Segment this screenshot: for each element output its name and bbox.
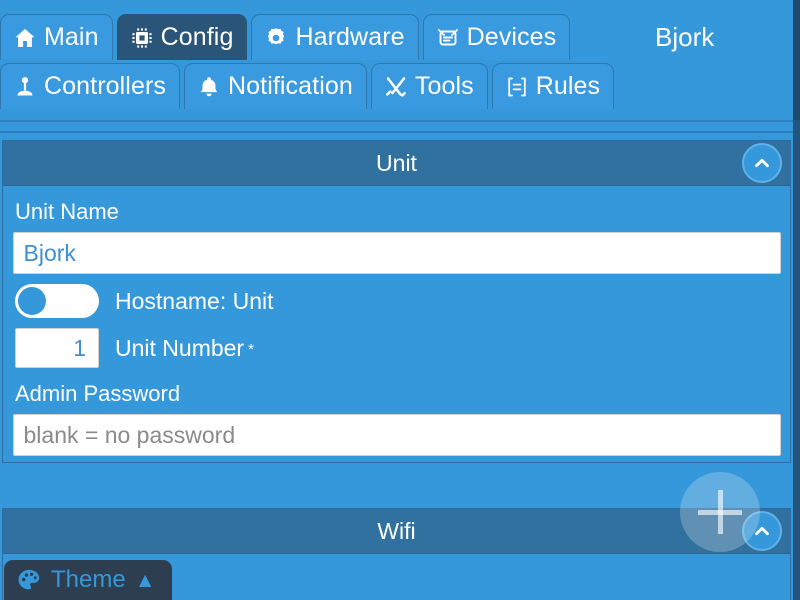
plus-icon-vertical (717, 490, 723, 534)
app-root: Main Config Hardware Devices Controllers… (0, 0, 800, 600)
gear-icon (264, 26, 288, 50)
unit-panel: Unit Unit Name Hostname: Unit Unit Numbe… (2, 140, 791, 463)
unit-panel-title: Unit (376, 149, 417, 176)
unit-name-label: Unit Name (15, 199, 119, 224)
admin-password-input[interactable] (12, 414, 781, 456)
tab-devices[interactable]: Devices (422, 14, 571, 60)
tab-row-secondary: Controllers Notification Tools Rules (0, 63, 618, 109)
required-marker: * (248, 340, 254, 358)
hostname-toggle-row: Hostname: Unit (3, 274, 790, 318)
bell-icon (197, 75, 221, 99)
tab-separator (0, 120, 793, 133)
home-icon (13, 26, 37, 50)
tab-label: Tools (414, 72, 474, 100)
hostname-toggle[interactable] (15, 284, 99, 318)
tab-row-primary: Main Config Hardware Devices (0, 14, 574, 60)
unit-number-label: Unit Number * (115, 335, 254, 362)
palette-icon (16, 567, 42, 593)
tab-notification[interactable]: Notification (183, 63, 367, 109)
chip-icon (130, 26, 154, 50)
tab-label: Notification (227, 72, 353, 100)
page-right-edge-top (793, 0, 800, 120)
theme-button-label: Theme (51, 566, 126, 593)
tab-rules[interactable]: Rules (491, 63, 615, 109)
tools-icon (384, 75, 408, 99)
unit-panel-header[interactable]: Unit (3, 141, 790, 186)
tab-bar: Main Config Hardware Devices Controllers… (0, 0, 793, 122)
hostname-toggle-label: Hostname: Unit (115, 287, 274, 314)
page-title: Bjork (655, 22, 715, 52)
unit-panel-body: Unit Name Hostname: Unit Unit Number* Ad… (3, 186, 790, 462)
tab-label: Devices (466, 23, 557, 51)
unit-name-input[interactable] (12, 232, 781, 274)
tab-label: Rules (535, 72, 601, 100)
tab-label: Controllers (44, 72, 166, 100)
triangle-up-icon: ▲ (134, 568, 156, 592)
tab-tools[interactable]: Tools (370, 63, 488, 109)
tab-controllers[interactable]: Controllers (0, 63, 180, 109)
theme-button[interactable]: Theme ▲ (4, 560, 172, 600)
tab-label: Config (160, 23, 234, 51)
tab-label: Main (44, 23, 99, 51)
tab-main[interactable]: Main (0, 14, 113, 60)
devices-icon (436, 26, 460, 50)
unit-number-input[interactable] (15, 328, 99, 368)
wifi-panel-header[interactable]: Wifi (3, 509, 790, 554)
toggle-knob (18, 287, 46, 315)
joystick-icon (13, 75, 37, 99)
tab-hardware[interactable]: Hardware (251, 14, 419, 60)
admin-password-label: Admin Password (15, 381, 181, 406)
unit-number-row: Unit Number* (3, 318, 790, 368)
rules-icon (505, 75, 529, 99)
wifi-panel-title: Wifi (377, 517, 416, 544)
tab-config[interactable]: Config (116, 14, 248, 60)
unit-number-label-text: Unit Number (115, 334, 245, 361)
add-button[interactable] (680, 472, 760, 552)
chevron-up-icon[interactable] (742, 143, 782, 183)
tab-label: Hardware (295, 23, 405, 51)
